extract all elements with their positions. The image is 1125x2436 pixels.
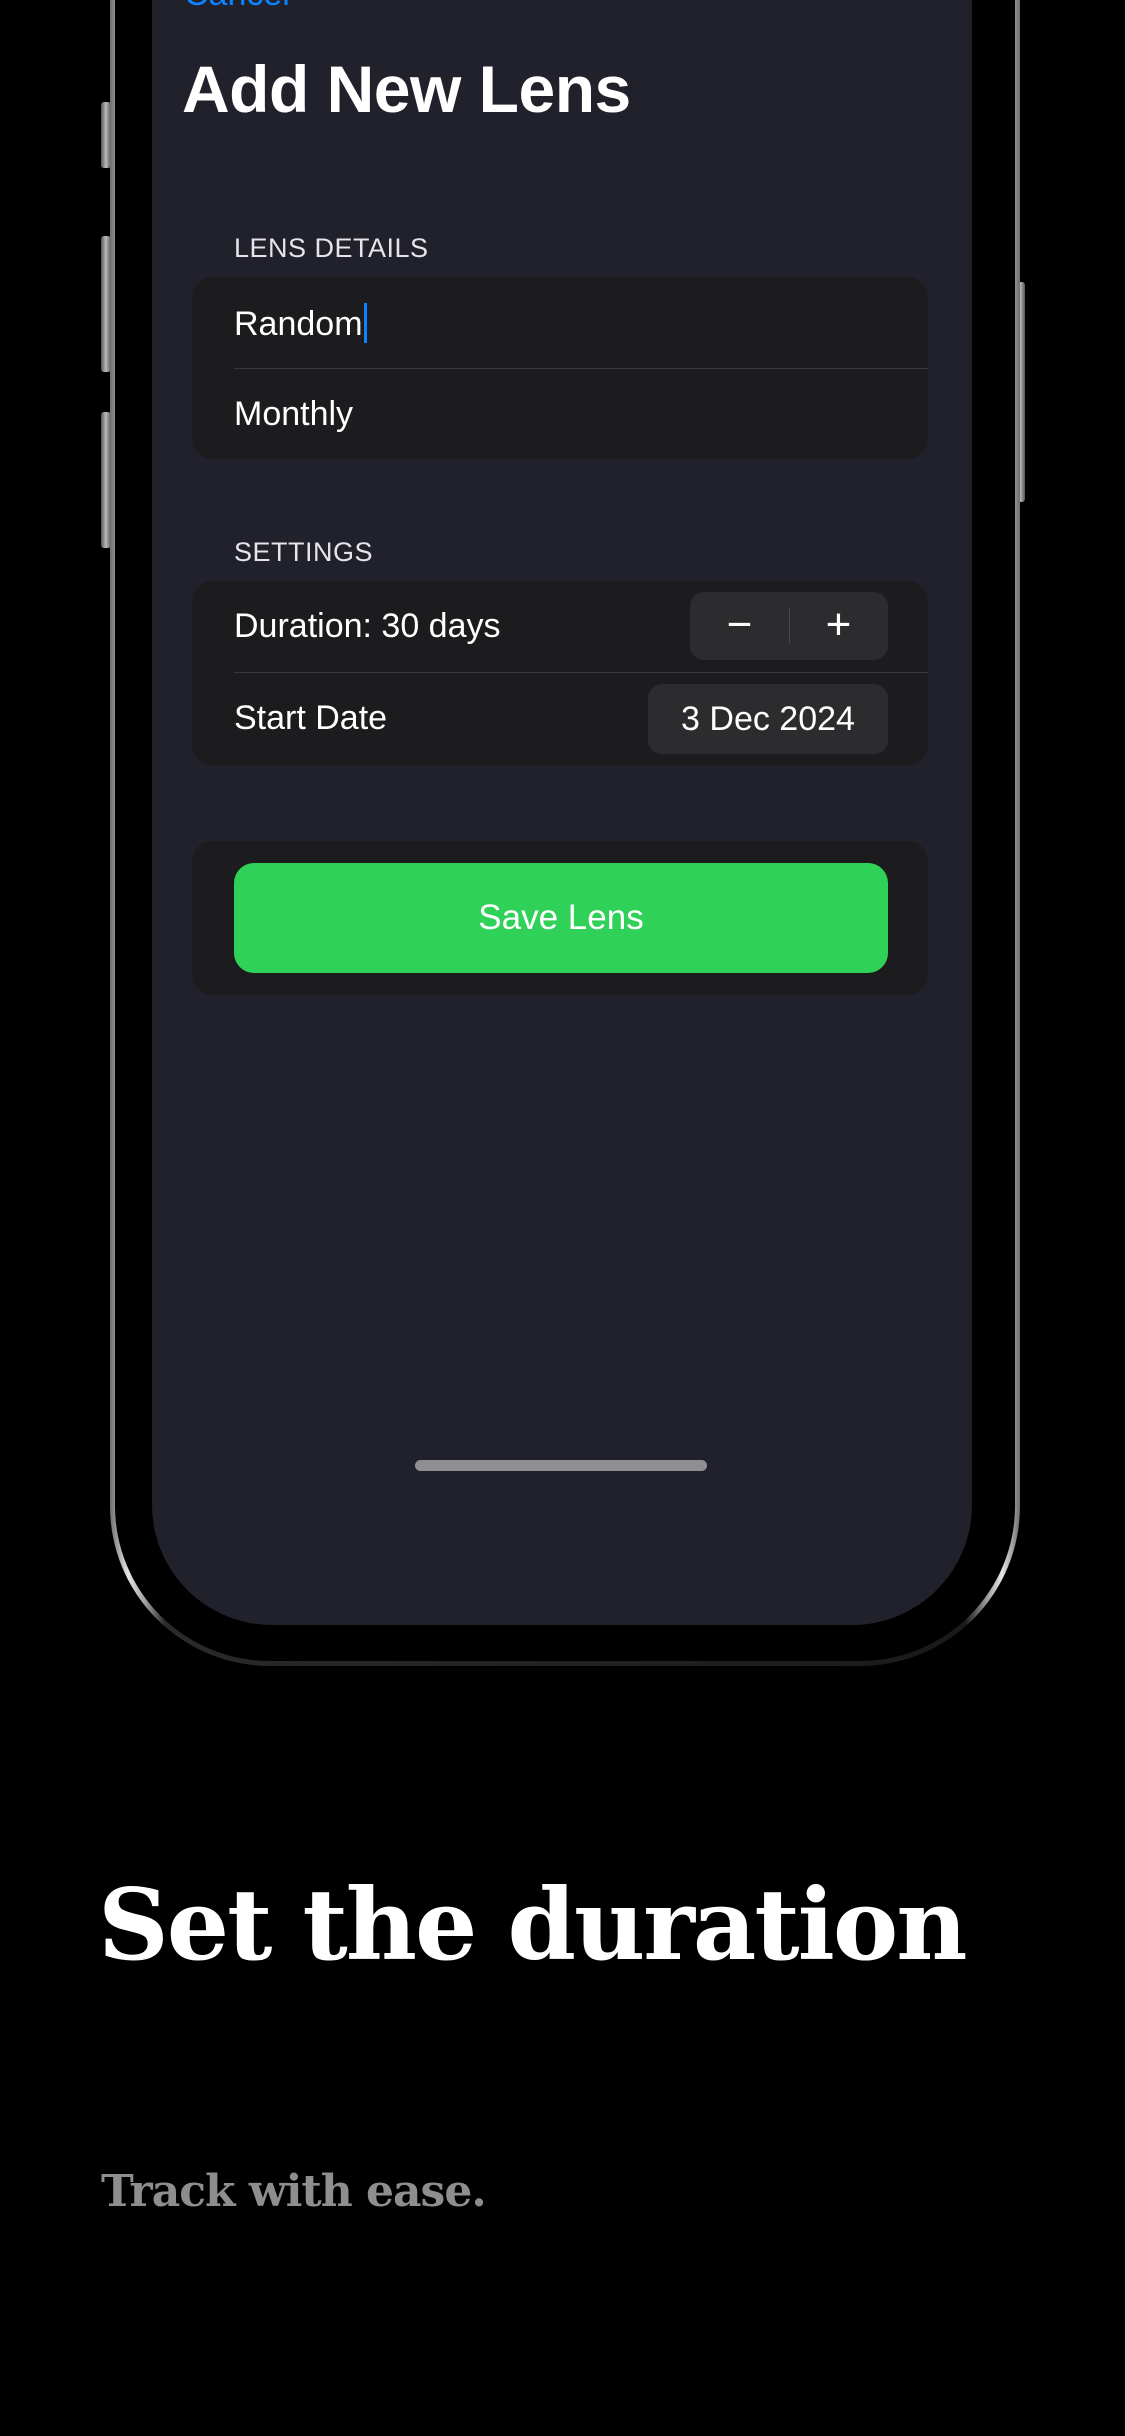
- marketing-subline: Track with ease.: [101, 2166, 487, 2217]
- lens-name-field[interactable]: Random: [192, 277, 928, 369]
- app-screen: Cancel Add New Lens LENS DETAILS Random …: [152, 0, 972, 1625]
- text-cursor: [363, 303, 367, 343]
- start-date-picker[interactable]: 3 Dec 2024: [648, 684, 888, 754]
- phone-bezel: Cancel Add New Lens LENS DETAILS Random …: [115, 0, 1015, 1661]
- lens-name-value: Random: [234, 305, 363, 343]
- duration-stepper[interactable]: − +: [690, 592, 888, 660]
- lens-details-header: LENS DETAILS: [234, 233, 429, 263]
- start-date-row: Start Date 3 Dec 2024: [192, 673, 928, 765]
- marketing-headline: Set the duration: [98, 1868, 968, 1983]
- page-title: Add New Lens: [182, 52, 631, 126]
- save-lens-button[interactable]: Save Lens: [234, 863, 888, 973]
- cancel-button[interactable]: Cancel: [184, 0, 290, 14]
- duration-row: Duration: 30 days − +: [192, 581, 928, 673]
- settings-group: Duration: 30 days − + Start Date 3 Dec 2…: [192, 581, 928, 765]
- start-date-label: Start Date: [234, 699, 388, 737]
- lens-type-field[interactable]: Monthly: [192, 369, 928, 459]
- settings-header: SETTINGS: [234, 537, 374, 567]
- duration-label: Duration: 30 days: [234, 607, 501, 645]
- decrement-button[interactable]: −: [690, 592, 789, 660]
- lens-name-value-wrap: Random: [234, 303, 367, 344]
- lens-type-value: Monthly: [234, 395, 354, 433]
- lens-details-group: Random Monthly: [192, 277, 928, 459]
- save-group: Save Lens: [192, 841, 928, 995]
- phone-frame: Cancel Add New Lens LENS DETAILS Random …: [110, 0, 1020, 1666]
- increment-button[interactable]: +: [789, 592, 888, 660]
- home-indicator[interactable]: [415, 1460, 707, 1471]
